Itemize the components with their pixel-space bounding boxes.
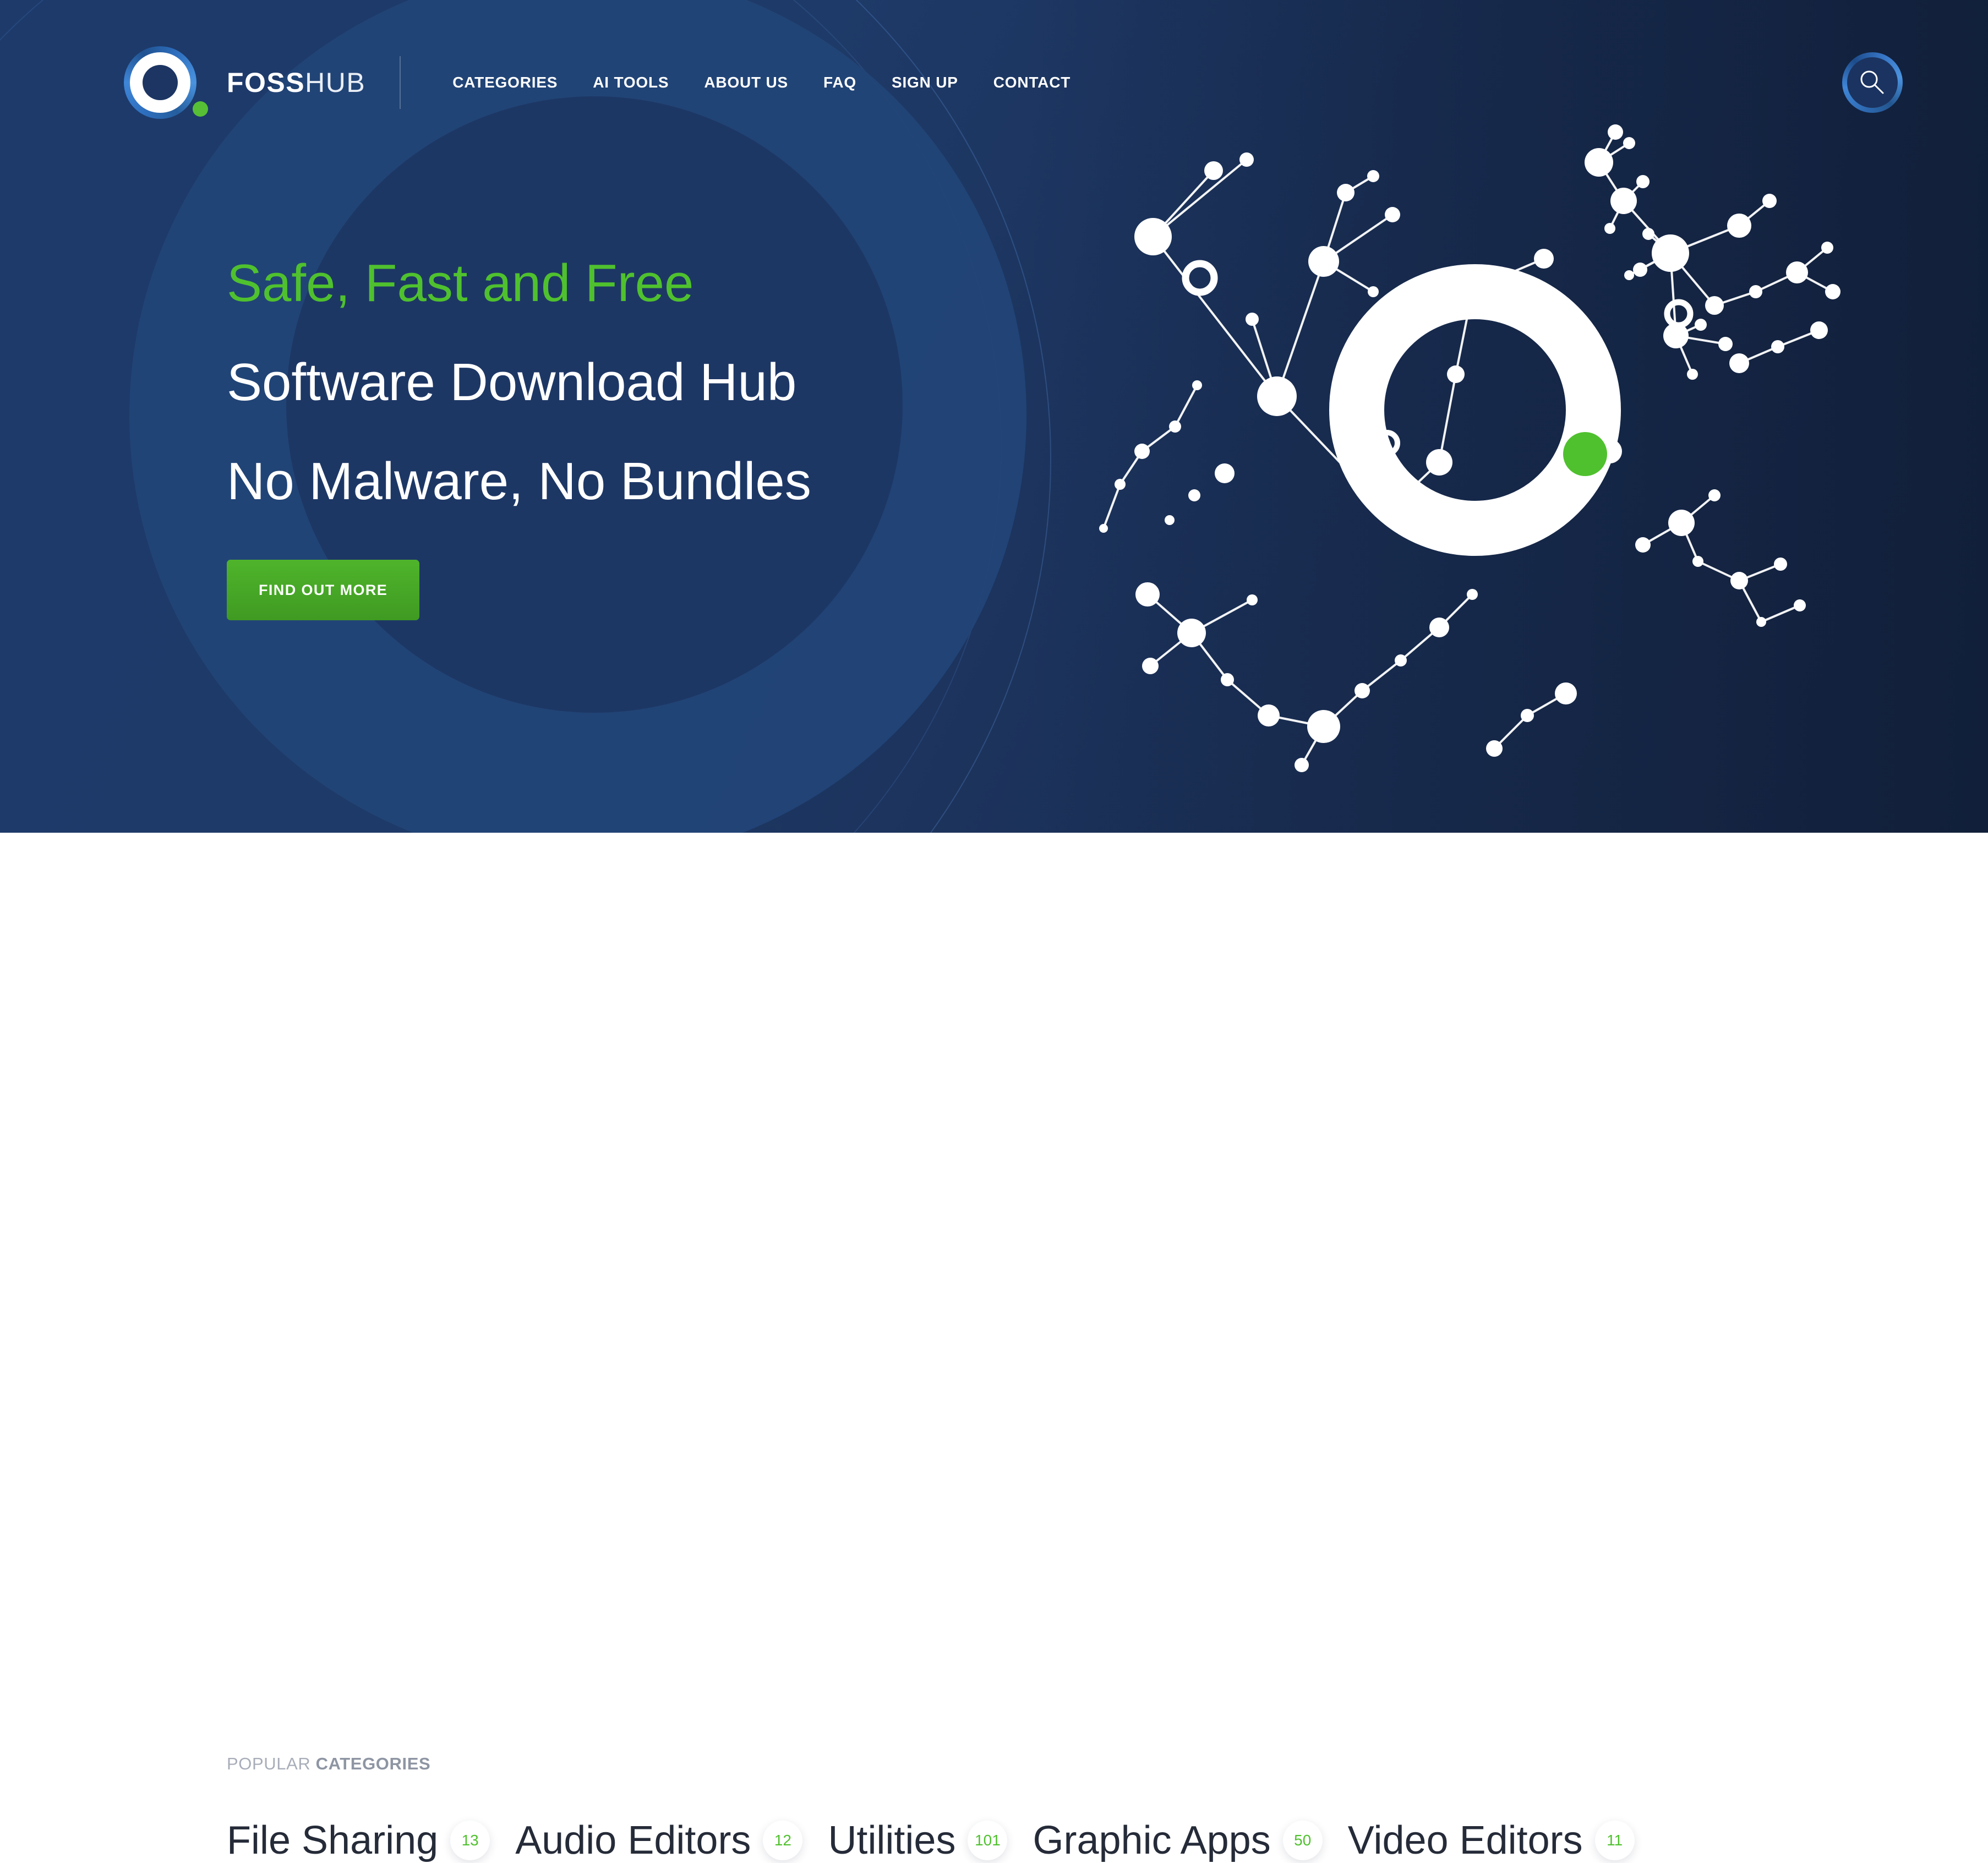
category-file-sharing[interactable]: File Sharing 13 — [227, 1818, 490, 1863]
category-count-badge: 13 — [450, 1821, 490, 1860]
network-nodes — [1099, 124, 1840, 772]
category-graphic-apps[interactable]: Graphic Apps 50 — [1033, 1818, 1323, 1863]
category-name: Video Editors — [1347, 1818, 1583, 1862]
hero-headline-line3: No Malware, No Bundles — [227, 452, 811, 511]
brand-name-bold: FOSS — [227, 67, 305, 98]
site-header: FOSSHUB CATEGORIES AI TOOLS ABOUT US FAQ… — [0, 0, 1988, 165]
hero-section: FOSSHUB CATEGORIES AI TOOLS ABOUT US FAQ… — [0, 0, 1988, 833]
search-icon — [1860, 70, 1884, 94]
brand-name-light: HUB — [305, 67, 366, 98]
nav-item-faq[interactable]: FAQ — [806, 74, 874, 91]
hero-headline-line2: Software Download Hub — [227, 353, 797, 412]
categories-row: File Sharing 13 Audio Editors 12 Utiliti… — [227, 1818, 1660, 1863]
hero-headline-accent: Safe, Fast and Free — [227, 254, 694, 313]
find-out-more-button[interactable]: FIND OUT MORE — [227, 560, 420, 620]
main-nav: CATEGORIES AI TOOLS ABOUT US FAQ SIGN UP… — [435, 74, 1088, 91]
category-count-badge: 50 — [1282, 1821, 1323, 1860]
hero-copy: Safe, Fast and Free Software Download Hu… — [227, 234, 811, 620]
category-video-editors[interactable]: Video Editors 11 — [1348, 1818, 1635, 1863]
network-graphic — [1099, 124, 1840, 772]
category-utilities[interactable]: Utilities 101 — [828, 1818, 1008, 1863]
category-name: File Sharing — [227, 1818, 439, 1862]
category-count-badge: 11 — [1594, 1821, 1635, 1860]
header-divider — [400, 56, 401, 109]
network-green-node — [1563, 432, 1607, 476]
logo-green-dot-icon — [193, 101, 208, 117]
fosshub-ring-logo-icon — [124, 46, 208, 119]
nav-item-sign-up[interactable]: SIGN UP — [874, 74, 976, 91]
network-edges — [1102, 132, 1833, 766]
nav-item-ai-tools[interactable]: AI TOOLS — [575, 74, 686, 91]
popular-categories-label: POPULAR CATEGORIES — [227, 1754, 430, 1774]
category-count-badge: 101 — [968, 1821, 1008, 1860]
category-name: Graphic Apps — [1033, 1818, 1271, 1862]
brand-name: FOSSHUB — [227, 67, 365, 99]
category-name: Audio Editors — [515, 1818, 751, 1862]
search-button[interactable] — [1842, 52, 1903, 113]
category-count-badge: 12 — [763, 1821, 803, 1860]
popular-label-bold: CATEGORIES — [315, 1754, 431, 1773]
category-name: Utilities — [828, 1818, 956, 1862]
nav-item-about-us[interactable]: ABOUT US — [686, 74, 806, 91]
nav-item-contact[interactable]: CONTACT — [976, 74, 1088, 91]
popular-categories-section: POPULAR CATEGORIES File Sharing 13 Audio… — [0, 833, 1988, 1862]
popular-label-regular: POPULAR — [227, 1754, 316, 1773]
category-audio-editors[interactable]: Audio Editors 12 — [515, 1818, 803, 1863]
network-center-ring — [1329, 264, 1621, 556]
nav-item-categories[interactable]: CATEGORIES — [435, 74, 575, 91]
brand-logo[interactable]: FOSSHUB — [124, 46, 365, 119]
